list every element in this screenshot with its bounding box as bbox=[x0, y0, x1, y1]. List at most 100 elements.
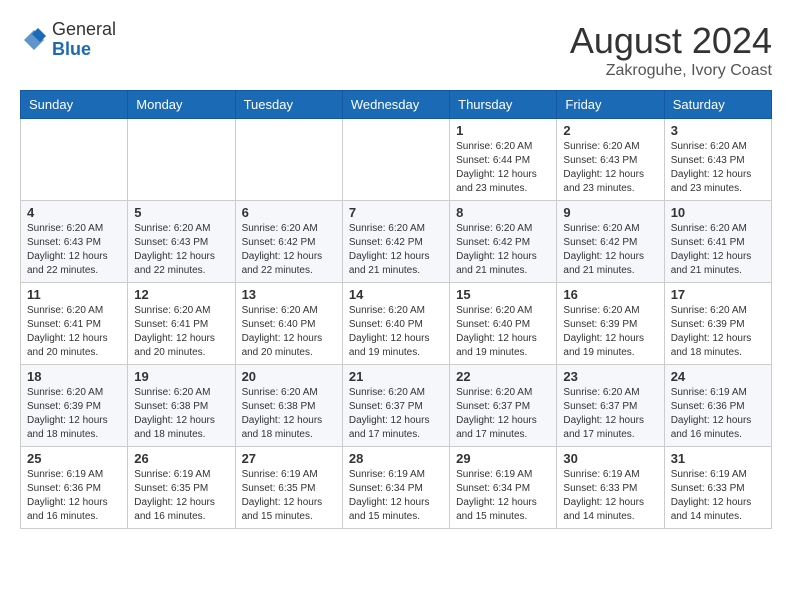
title-area: August 2024 Zakroguhe, Ivory Coast bbox=[570, 20, 772, 80]
day-number: 22 bbox=[456, 369, 550, 384]
day-number: 23 bbox=[563, 369, 657, 384]
table-row: 2Sunrise: 6:20 AM Sunset: 6:43 PM Daylig… bbox=[557, 119, 664, 201]
table-row: 15 Sunrise: 6:20 AM Sunset: 6:40 PM Dayli… bbox=[450, 283, 557, 365]
table-row: 23 Sunrise: 6:20 AM Sunset: 6:37 PM Dayli… bbox=[557, 365, 664, 447]
table-row: 22 Sunrise: 6:20 AM Sunset: 6:37 PM Dayli… bbox=[450, 365, 557, 447]
weekday-header-saturday: Saturday bbox=[664, 91, 771, 119]
day-number: 16 bbox=[563, 287, 657, 302]
table-row: 10 Sunrise: 6:20 AM Sunset: 6:41 PM Dayli… bbox=[664, 201, 771, 283]
day-info: Sunrise: 6:19 AM Sunset: 6:35 PM Dayligh… bbox=[242, 468, 336, 524]
day-number: 15 bbox=[456, 287, 550, 302]
week-row-1: 1 Sunrise: 6:20 AM Sunset: 6:44 PM Daylig… bbox=[21, 119, 772, 201]
table-row: 4 Sunrise: 6:20 AM Sunset: 6:43 PM Daylig… bbox=[21, 201, 128, 283]
day-number: 21 bbox=[349, 369, 443, 384]
table-row: 29Sunrise: 6:19 AM Sunset: 6:34 PM Dayli… bbox=[450, 447, 557, 529]
table-row: 1 Sunrise: 6:20 AM Sunset: 6:44 PM Daylig… bbox=[450, 119, 557, 201]
weekday-header-wednesday: Wednesday bbox=[342, 91, 449, 119]
day-number: 31 bbox=[671, 451, 765, 466]
table-row: 13Sunrise: 6:20 AM Sunset: 6:40 PM Dayli… bbox=[235, 283, 342, 365]
table-row: 6Sunrise: 6:20 AM Sunset: 6:42 PM Daylig… bbox=[235, 201, 342, 283]
day-info: Sunrise: 6:20 AM Sunset: 6:40 PM Dayligh… bbox=[456, 304, 550, 360]
day-number: 17 bbox=[671, 287, 765, 302]
day-info: Sunrise: 6:20 AM Sunset: 6:40 PM Dayligh… bbox=[242, 304, 336, 360]
logo-text: General Blue bbox=[52, 20, 116, 60]
day-info: Sunrise: 6:19 AM Sunset: 6:35 PM Dayligh… bbox=[134, 468, 228, 524]
day-number: 1 bbox=[456, 123, 550, 138]
day-number: 28 bbox=[349, 451, 443, 466]
day-number: 5 bbox=[134, 205, 228, 220]
day-number: 2 bbox=[563, 123, 657, 138]
day-number: 9 bbox=[563, 205, 657, 220]
weekday-header-thursday: Thursday bbox=[450, 91, 557, 119]
table-row: 30 Sunrise: 6:19 AM Sunset: 6:33 PM Dayli… bbox=[557, 447, 664, 529]
day-number: 19 bbox=[134, 369, 228, 384]
day-info: Sunrise: 6:20 AM Sunset: 6:39 PM Dayligh… bbox=[671, 304, 765, 360]
day-number: 14 bbox=[349, 287, 443, 302]
day-info: Sunrise: 6:20 AM Sunset: 6:38 PM Dayligh… bbox=[134, 386, 228, 442]
table-row: 14 Sunrise: 6:20 AM Sunset: 6:40 PM Dayli… bbox=[342, 283, 449, 365]
day-info: Sunrise: 6:20 AM Sunset: 6:43 PM Dayligh… bbox=[27, 222, 121, 278]
table-row: 28 Sunrise: 6:19 AM Sunset: 6:34 PM Dayli… bbox=[342, 447, 449, 529]
day-info: Sunrise: 6:20 AM Sunset: 6:41 PM Dayligh… bbox=[134, 304, 228, 360]
weekday-header-row: SundayMondayTuesdayWednesdayThursdayFrid… bbox=[21, 91, 772, 119]
day-number: 24 bbox=[671, 369, 765, 384]
table-row: 7Sunrise: 6:20 AM Sunset: 6:42 PM Daylig… bbox=[342, 201, 449, 283]
day-info: Sunrise: 6:20 AM Sunset: 6:37 PM Dayligh… bbox=[456, 386, 550, 442]
day-info: Sunrise: 6:20 AM Sunset: 6:37 PM Dayligh… bbox=[563, 386, 657, 442]
day-info: Sunrise: 6:20 AM Sunset: 6:39 PM Dayligh… bbox=[27, 386, 121, 442]
day-number: 10 bbox=[671, 205, 765, 220]
day-info: Sunrise: 6:19 AM Sunset: 6:33 PM Dayligh… bbox=[671, 468, 765, 524]
table-row: 18Sunrise: 6:20 AM Sunset: 6:39 PM Dayli… bbox=[21, 365, 128, 447]
calendar-header: SundayMondayTuesdayWednesdayThursdayFrid… bbox=[21, 91, 772, 119]
table-row: 9 Sunrise: 6:20 AM Sunset: 6:42 PM Daylig… bbox=[557, 201, 664, 283]
logo-icon bbox=[20, 26, 48, 54]
table-row: 3Sunrise: 6:20 AM Sunset: 6:43 PM Daylig… bbox=[664, 119, 771, 201]
day-info: Sunrise: 6:20 AM Sunset: 6:43 PM Dayligh… bbox=[671, 140, 765, 196]
week-row-5: 25Sunrise: 6:19 AM Sunset: 6:36 PM Dayli… bbox=[21, 447, 772, 529]
table-row: 12 Sunrise: 6:20 AM Sunset: 6:41 PM Dayli… bbox=[128, 283, 235, 365]
table-row: 19 Sunrise: 6:20 AM Sunset: 6:38 PM Dayli… bbox=[128, 365, 235, 447]
weekday-header-friday: Friday bbox=[557, 91, 664, 119]
table-row bbox=[21, 119, 128, 201]
day-number: 11 bbox=[27, 287, 121, 302]
day-number: 30 bbox=[563, 451, 657, 466]
day-info: Sunrise: 6:20 AM Sunset: 6:39 PM Dayligh… bbox=[563, 304, 657, 360]
day-info: Sunrise: 6:20 AM Sunset: 6:44 PM Dayligh… bbox=[456, 140, 550, 196]
location: Zakroguhe, Ivory Coast bbox=[570, 62, 772, 80]
table-row: 16 Sunrise: 6:20 AM Sunset: 6:39 PM Dayli… bbox=[557, 283, 664, 365]
week-row-4: 18Sunrise: 6:20 AM Sunset: 6:39 PM Dayli… bbox=[21, 365, 772, 447]
logo: General Blue bbox=[20, 20, 116, 60]
day-number: 26 bbox=[134, 451, 228, 466]
day-number: 12 bbox=[134, 287, 228, 302]
table-row: 25Sunrise: 6:19 AM Sunset: 6:36 PM Dayli… bbox=[21, 447, 128, 529]
day-info: Sunrise: 6:20 AM Sunset: 6:43 PM Dayligh… bbox=[134, 222, 228, 278]
table-row bbox=[342, 119, 449, 201]
calendar-body: 1 Sunrise: 6:20 AM Sunset: 6:44 PM Daylig… bbox=[21, 119, 772, 529]
day-info: Sunrise: 6:19 AM Sunset: 6:33 PM Dayligh… bbox=[563, 468, 657, 524]
day-number: 8 bbox=[456, 205, 550, 220]
day-info: Sunrise: 6:20 AM Sunset: 6:41 PM Dayligh… bbox=[27, 304, 121, 360]
day-info: Sunrise: 6:19 AM Sunset: 6:36 PM Dayligh… bbox=[27, 468, 121, 524]
day-info: Sunrise: 6:20 AM Sunset: 6:42 PM Dayligh… bbox=[349, 222, 443, 278]
day-info: Sunrise: 6:20 AM Sunset: 6:42 PM Dayligh… bbox=[563, 222, 657, 278]
table-row: 11 Sunrise: 6:20 AM Sunset: 6:41 PM Dayli… bbox=[21, 283, 128, 365]
table-row: 26 Sunrise: 6:19 AM Sunset: 6:35 PM Dayli… bbox=[128, 447, 235, 529]
table-row: 5 Sunrise: 6:20 AM Sunset: 6:43 PM Daylig… bbox=[128, 201, 235, 283]
weekday-header-sunday: Sunday bbox=[21, 91, 128, 119]
day-info: Sunrise: 6:19 AM Sunset: 6:36 PM Dayligh… bbox=[671, 386, 765, 442]
day-info: Sunrise: 6:20 AM Sunset: 6:40 PM Dayligh… bbox=[349, 304, 443, 360]
day-info: Sunrise: 6:19 AM Sunset: 6:34 PM Dayligh… bbox=[349, 468, 443, 524]
table-row: 21Sunrise: 6:20 AM Sunset: 6:37 PM Dayli… bbox=[342, 365, 449, 447]
table-row bbox=[235, 119, 342, 201]
week-row-2: 4 Sunrise: 6:20 AM Sunset: 6:43 PM Daylig… bbox=[21, 201, 772, 283]
table-row: 17 Sunrise: 6:20 AM Sunset: 6:39 PM Dayli… bbox=[664, 283, 771, 365]
day-info: Sunrise: 6:20 AM Sunset: 6:41 PM Dayligh… bbox=[671, 222, 765, 278]
day-number: 4 bbox=[27, 205, 121, 220]
logo-blue: Blue bbox=[52, 40, 116, 60]
day-number: 27 bbox=[242, 451, 336, 466]
weekday-header-tuesday: Tuesday bbox=[235, 91, 342, 119]
weekday-header-monday: Monday bbox=[128, 91, 235, 119]
table-row: 27 Sunrise: 6:19 AM Sunset: 6:35 PM Dayli… bbox=[235, 447, 342, 529]
logo-general: General bbox=[52, 20, 116, 40]
calendar: SundayMondayTuesdayWednesdayThursdayFrid… bbox=[20, 90, 772, 529]
